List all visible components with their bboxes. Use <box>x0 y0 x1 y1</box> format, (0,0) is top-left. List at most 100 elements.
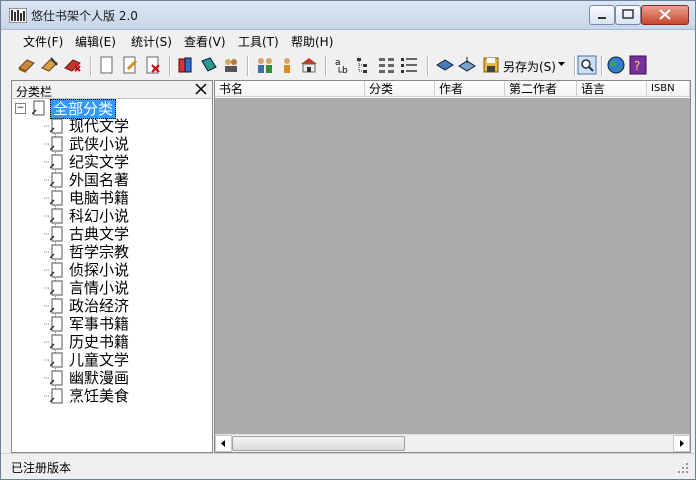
svg-text:a: a <box>335 58 341 68</box>
tree-item-label: 政治经济 <box>69 297 130 315</box>
tree-root-label: 全部分类 <box>50 99 117 119</box>
bookshelf-app-icon <box>9 8 27 23</box>
search-icon[interactable] <box>577 55 597 75</box>
category-sidebar: 分类栏 − 全部分类 现代文学 武侠小说 纪实文学 外国名著 电脑书籍 科幻小说 古典文学哲… <box>11 80 213 453</box>
close-icon <box>659 9 671 20</box>
toolbar-separator <box>574 56 576 76</box>
scroll-right-button[interactable] <box>673 435 690 452</box>
column-header-category[interactable]: 分类 <box>365 81 435 97</box>
minimize-button[interactable] <box>589 5 615 25</box>
arrow-left-icon <box>221 440 225 447</box>
column-header-language[interactable]: 语言 <box>577 81 647 97</box>
horizontal-scrollbar[interactable] <box>215 434 690 452</box>
category-icon <box>50 334 63 350</box>
tree-item-label: 幽默漫画 <box>69 369 130 387</box>
close-icon <box>195 83 207 95</box>
category-icon <box>50 172 63 188</box>
sort-az-icon[interactable]: ab <box>333 55 353 75</box>
column-header-author[interactable]: 作者 <box>435 81 505 97</box>
category-icon <box>50 298 63 314</box>
minimize-icon <box>598 17 606 19</box>
delete-book-icon[interactable] <box>63 55 83 75</box>
toolbar: ab 另存为(S) ? <box>9 53 689 79</box>
delete-category-icon[interactable] <box>143 55 163 75</box>
toolbar-separator <box>247 56 249 76</box>
maximize-button[interactable] <box>615 5 641 25</box>
list-view-icon[interactable] <box>399 55 419 75</box>
tree-view-icon[interactable] <box>355 55 375 75</box>
books-green-icon[interactable] <box>199 55 219 75</box>
library-icon[interactable] <box>299 55 319 75</box>
category-icon <box>50 190 63 206</box>
category-icon <box>50 280 63 296</box>
category-icon <box>50 136 63 152</box>
menu-help[interactable]: 帮助(H) <box>291 33 333 50</box>
sidebar-header: 分类栏 <box>12 81 212 99</box>
tree-item-label: 现代文学 <box>69 117 130 135</box>
menu-tools[interactable]: 工具(T) <box>238 33 279 50</box>
chevron-down-icon[interactable] <box>558 62 566 68</box>
menu-bar: 文件(F) 编辑(E) 统计(S) 查看(V) 工具(T) 帮助(H) <box>9 31 689 51</box>
toolbar-separator <box>90 56 92 76</box>
readers-icon[interactable] <box>221 55 241 75</box>
tree-item-label: 侦探小说 <box>69 261 130 279</box>
toolbar-separator <box>169 56 171 76</box>
arrow-right-icon <box>680 440 684 447</box>
category-icon <box>50 244 63 260</box>
scroll-left-button[interactable] <box>215 435 232 452</box>
status-text: 已注册版本 <box>11 461 72 475</box>
category-icon <box>50 226 63 242</box>
column-header-isbn[interactable]: ISBN <box>647 81 690 97</box>
category-tree: − 全部分类 现代文学 武侠小说 纪实文学 外国名著 电脑书籍 科幻小说 古典文学 哲学宗教侦… <box>12 99 212 451</box>
tree-item-label: 武侠小说 <box>69 135 130 153</box>
menu-statistics[interactable]: 统计(S) <box>131 33 172 50</box>
save-icon[interactable] <box>481 55 501 75</box>
scrollbar-thumb[interactable] <box>232 436 405 451</box>
column-header-title[interactable]: 书名 <box>215 81 365 97</box>
tree-item-label: 古典文学 <box>69 225 130 243</box>
resize-grip-icon[interactable] <box>677 462 689 474</box>
edit-book-icon[interactable] <box>40 55 60 75</box>
export-icon[interactable] <box>457 55 477 75</box>
user-icon[interactable] <box>277 55 297 75</box>
books-blue-icon[interactable] <box>176 55 196 75</box>
category-icon <box>50 154 63 170</box>
open-book-icon[interactable] <box>17 55 37 75</box>
toolbar-separator <box>601 56 603 76</box>
maximize-icon <box>622 9 634 19</box>
menu-edit[interactable]: 编辑(E) <box>75 33 116 50</box>
toolbar-separator <box>427 56 429 76</box>
tree-item-label: 科幻小说 <box>69 207 130 225</box>
tree-item-label: 电脑书籍 <box>69 189 130 207</box>
window-title: 悠仕书架个人版 2.0 <box>31 9 138 23</box>
title-bar: 悠仕书架个人版 2.0 <box>1 1 695 30</box>
category-icon <box>50 388 63 404</box>
grid-view-icon[interactable] <box>377 55 397 75</box>
new-category-icon[interactable] <box>97 55 117 75</box>
tree-item-label: 儿童文学 <box>69 351 130 369</box>
import-icon[interactable] <box>435 55 455 75</box>
category-icon <box>50 352 63 368</box>
collapse-toggle[interactable]: − <box>15 103 26 114</box>
svg-text:b: b <box>342 66 348 75</box>
category-icon <box>32 100 45 116</box>
book-list-panel: 书名 分类 作者 第二作者 语言 ISBN <box>214 80 691 453</box>
column-header-second-author[interactable]: 第二作者 <box>505 81 577 97</box>
close-button[interactable] <box>641 5 689 25</box>
menu-file[interactable]: 文件(F) <box>23 33 63 50</box>
users-icon[interactable] <box>255 55 275 75</box>
sidebar-close-button[interactable] <box>194 82 208 96</box>
app-window: 悠仕书架个人版 2.0 文件(F) 编辑(E) 统计(S) 查看(V) 工具(T… <box>0 0 696 480</box>
book-list-header: 书名 分类 作者 第二作者 语言 ISBN <box>215 81 690 98</box>
tree-item-label: 言情小说 <box>69 279 130 297</box>
globe-icon[interactable] <box>606 55 626 75</box>
menu-view[interactable]: 查看(V) <box>184 33 226 50</box>
tree-item-label: 烹饪美食 <box>69 387 130 405</box>
sidebar-title: 分类栏 <box>16 85 53 99</box>
edit-category-icon[interactable] <box>120 55 140 75</box>
svg-text:?: ? <box>634 59 640 73</box>
save-as-button[interactable]: 另存为(S) <box>503 58 556 75</box>
category-icon <box>50 208 63 224</box>
help-icon[interactable]: ? <box>628 55 648 75</box>
status-bar: 已注册版本 <box>1 453 695 479</box>
